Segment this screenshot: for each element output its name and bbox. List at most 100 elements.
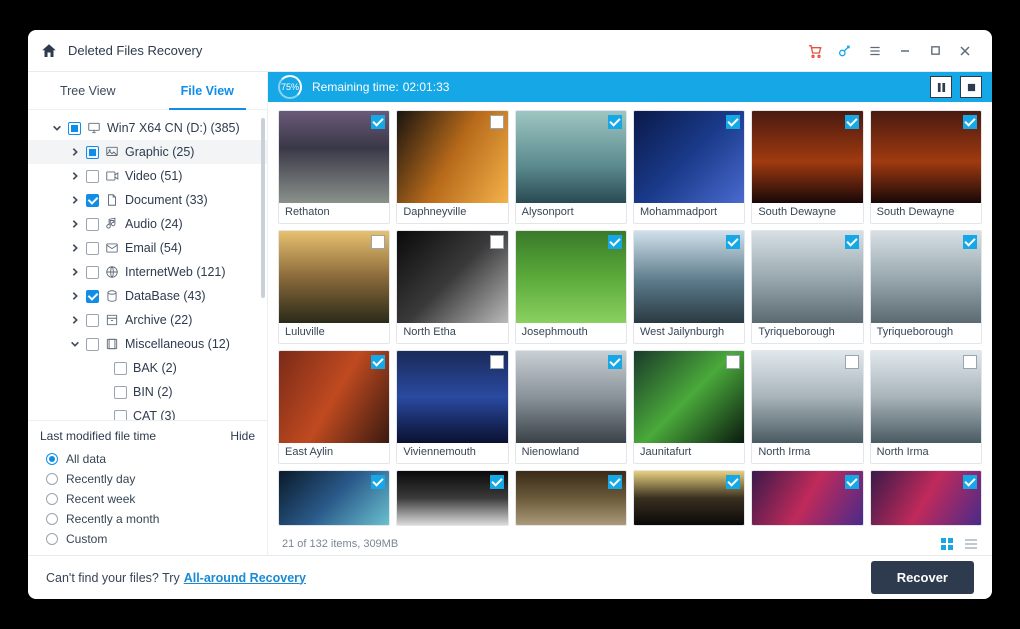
- checkbox[interactable]: [114, 386, 127, 399]
- filter-option[interactable]: Custom: [40, 529, 255, 549]
- thumbnail-card[interactable]: [278, 470, 390, 526]
- checkbox[interactable]: [86, 170, 99, 183]
- thumbnail-checkbox[interactable]: [371, 235, 385, 249]
- expand-icon[interactable]: [70, 291, 80, 301]
- thumbnail-checkbox[interactable]: [845, 235, 859, 249]
- thumbnail-checkbox[interactable]: [963, 115, 977, 129]
- filter-option[interactable]: Recently a month: [40, 509, 255, 529]
- thumbnail-checkbox[interactable]: [963, 355, 977, 369]
- thumbnail-card[interactable]: Jaunitafurt: [633, 350, 745, 464]
- thumbnail-card[interactable]: [396, 470, 508, 526]
- home-icon[interactable]: [40, 42, 58, 60]
- expand-icon[interactable]: [70, 147, 80, 157]
- radio[interactable]: [46, 493, 58, 505]
- thumbnail-checkbox[interactable]: [726, 355, 740, 369]
- radio[interactable]: [46, 513, 58, 525]
- checkbox[interactable]: [86, 314, 99, 327]
- filter-hide[interactable]: Hide: [230, 429, 255, 443]
- thumbnail-checkbox[interactable]: [963, 475, 977, 489]
- thumbnail-checkbox[interactable]: [490, 475, 504, 489]
- footer-link[interactable]: All-around Recovery: [184, 571, 306, 585]
- tree-node[interactable]: Email (54): [28, 236, 267, 260]
- checkbox[interactable]: [86, 266, 99, 279]
- menu-button[interactable]: [860, 36, 890, 66]
- tree-node[interactable]: Win7 X64 CN (D:) (385): [28, 116, 267, 140]
- thumbnail-card[interactable]: Rethaton: [278, 110, 390, 224]
- thumbnail-card[interactable]: Daphneyville: [396, 110, 508, 224]
- thumbnail-checkbox[interactable]: [845, 115, 859, 129]
- thumbnail-card[interactable]: [515, 470, 627, 526]
- thumbnail-card[interactable]: Nienowland: [515, 350, 627, 464]
- tree-node[interactable]: DataBase (43): [28, 284, 267, 308]
- thumbnail-card[interactable]: Alysonport: [515, 110, 627, 224]
- checkbox[interactable]: [114, 410, 127, 421]
- expand-icon[interactable]: [70, 195, 80, 205]
- thumbnail-card[interactable]: [633, 470, 745, 526]
- thumbnail-card[interactable]: Tyriqueborough: [751, 230, 863, 344]
- key-button[interactable]: [830, 36, 860, 66]
- recover-button[interactable]: Recover: [871, 561, 974, 594]
- thumbnail-checkbox[interactable]: [371, 475, 385, 489]
- checkbox[interactable]: [86, 146, 99, 159]
- thumbnail-checkbox[interactable]: [608, 475, 622, 489]
- thumbnail-checkbox[interactable]: [371, 355, 385, 369]
- thumbnail-card[interactable]: Viviennemouth: [396, 350, 508, 464]
- tree-node[interactable]: InternetWeb (121): [28, 260, 267, 284]
- view-list-button[interactable]: [962, 535, 980, 553]
- radio[interactable]: [46, 533, 58, 545]
- filter-option[interactable]: All data: [40, 449, 255, 469]
- thumbnail-card[interactable]: West Jailynburgh: [633, 230, 745, 344]
- tree-node[interactable]: Video (51): [28, 164, 267, 188]
- tree-node[interactable]: BAK (2): [28, 356, 267, 380]
- filter-option[interactable]: Recent week: [40, 489, 255, 509]
- thumbnail-checkbox[interactable]: [490, 115, 504, 129]
- thumbnail-checkbox[interactable]: [490, 235, 504, 249]
- checkbox[interactable]: [86, 242, 99, 255]
- checkbox[interactable]: [114, 362, 127, 375]
- thumbnail-card[interactable]: North Irma: [751, 350, 863, 464]
- tree-node[interactable]: Audio (24): [28, 212, 267, 236]
- expand-icon[interactable]: [70, 315, 80, 325]
- thumbnail-card[interactable]: Tyriqueborough: [870, 230, 982, 344]
- view-grid-button[interactable]: [938, 535, 956, 553]
- close-button[interactable]: [950, 36, 980, 66]
- radio[interactable]: [46, 453, 58, 465]
- pause-button[interactable]: [930, 76, 952, 98]
- thumbnail-card[interactable]: East Aylin: [278, 350, 390, 464]
- thumbnail-checkbox[interactable]: [608, 355, 622, 369]
- stop-button[interactable]: [960, 76, 982, 98]
- checkbox[interactable]: [86, 290, 99, 303]
- thumbnail-checkbox[interactable]: [608, 115, 622, 129]
- thumbnail-card[interactable]: North Etha: [396, 230, 508, 344]
- thumbnail-checkbox[interactable]: [963, 235, 977, 249]
- expand-icon[interactable]: [70, 171, 80, 181]
- thumbnail-checkbox[interactable]: [608, 235, 622, 249]
- thumbnail-card[interactable]: South Dewayne: [870, 110, 982, 224]
- cart-button[interactable]: [800, 36, 830, 66]
- tree-node[interactable]: Graphic (25): [28, 140, 267, 164]
- filter-option[interactable]: Recently day: [40, 469, 255, 489]
- expand-icon[interactable]: [52, 123, 62, 133]
- thumbnail-checkbox[interactable]: [490, 355, 504, 369]
- thumbnail-card[interactable]: [751, 470, 863, 526]
- thumbnail-card[interactable]: [870, 470, 982, 526]
- thumbnail-card[interactable]: Luluville: [278, 230, 390, 344]
- thumbnail-checkbox[interactable]: [726, 475, 740, 489]
- tree-node[interactable]: Miscellaneous (12): [28, 332, 267, 356]
- tree-node[interactable]: CAT (3): [28, 404, 267, 420]
- thumbnail-card[interactable]: Josephmouth: [515, 230, 627, 344]
- thumbnail-card[interactable]: North Irma: [870, 350, 982, 464]
- thumbnail-checkbox[interactable]: [726, 235, 740, 249]
- expand-icon[interactable]: [70, 243, 80, 253]
- tab-tree-view[interactable]: Tree View: [28, 72, 148, 109]
- tab-file-view[interactable]: File View: [148, 72, 268, 109]
- thumbnail-checkbox[interactable]: [726, 115, 740, 129]
- tree-node[interactable]: BIN (2): [28, 380, 267, 404]
- expand-icon[interactable]: [70, 339, 80, 349]
- checkbox[interactable]: [68, 122, 81, 135]
- tree-scrollbar[interactable]: [261, 118, 265, 298]
- expand-icon[interactable]: [70, 219, 80, 229]
- radio[interactable]: [46, 473, 58, 485]
- checkbox[interactable]: [86, 194, 99, 207]
- thumbnail-card[interactable]: South Dewayne: [751, 110, 863, 224]
